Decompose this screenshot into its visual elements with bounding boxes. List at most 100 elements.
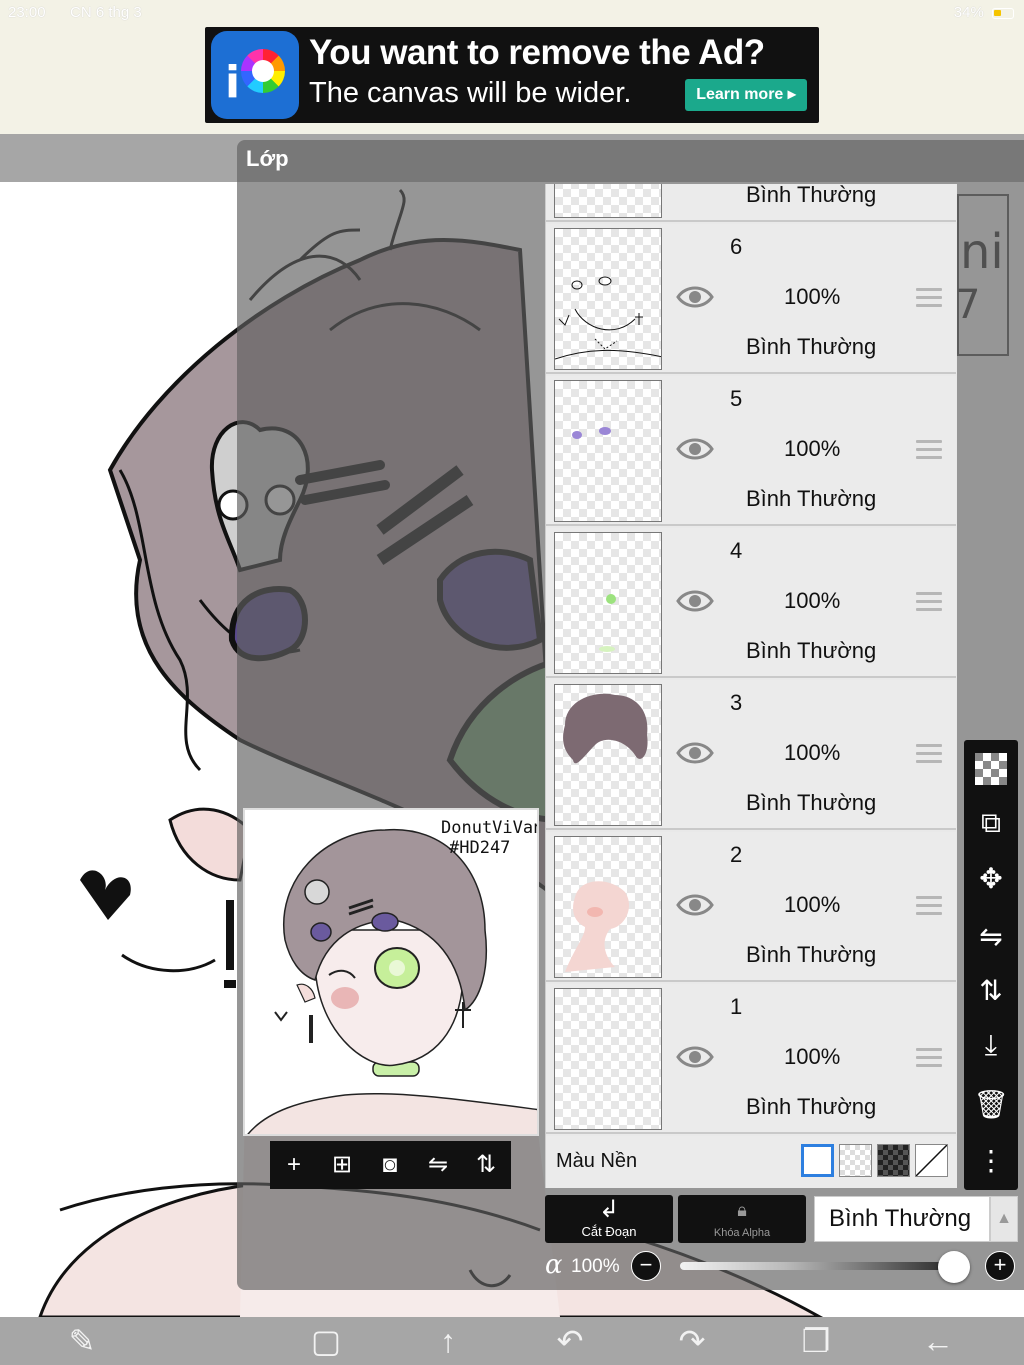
layer-opacity: 100% xyxy=(784,740,841,765)
opacity-minus-button[interactable]: − xyxy=(631,1251,661,1281)
undo-icon[interactable]: ↶ xyxy=(550,1323,590,1359)
layer-row[interactable]: 4 100% Bình Thường xyxy=(546,528,956,678)
more-icon[interactable]: ⋮ xyxy=(970,1140,1012,1182)
layer-row[interactable]: 2 100% Bình Thường xyxy=(546,832,956,982)
bg-dark-checker-swatch[interactable] xyxy=(877,1144,910,1177)
camera-icon[interactable]: ◙ xyxy=(374,1149,406,1181)
status-date: CN 6 thg 3 xyxy=(70,4,142,21)
move-icon[interactable]: ✥ xyxy=(970,858,1012,900)
drag-handle-icon[interactable] xyxy=(916,288,942,308)
flip-vertical-icon[interactable]: ⇅ xyxy=(970,970,1012,1012)
select-icon[interactable]: ▢ xyxy=(306,1323,346,1359)
layer-blend-mode: Bình Thường xyxy=(746,1094,877,1119)
arrow-up-icon[interactable]: ↑ xyxy=(428,1323,468,1359)
back-icon[interactable]: ← xyxy=(918,1323,958,1359)
redo-icon[interactable]: ↷ xyxy=(672,1323,712,1359)
layer-row[interactable]: Bình Thường xyxy=(546,184,956,222)
flip-vertical-icon[interactable]: ⇅ xyxy=(470,1149,502,1181)
ad-headline: You want to remove the Ad? xyxy=(309,33,765,72)
layer-number: 1 xyxy=(730,994,743,1019)
ibispaint-logo-icon: i xyxy=(211,31,299,119)
layer-row[interactable]: 3 100% Bình Thường xyxy=(546,680,956,830)
ad-subline: The canvas will be wider. xyxy=(309,77,632,109)
layer-opacity: 100% xyxy=(784,284,841,309)
layer-opacity: 100% xyxy=(784,1044,841,1069)
preview-toolbar: + ⊞ ◙ ⇋ ⇅ xyxy=(270,1141,511,1189)
layer-tools-toolbar: ⧉ ✥ ⇋ ⇅ ⤓ 🗑︎ ⋮ xyxy=(964,740,1018,1190)
layer-list[interactable]: Bình Thường 6 100% Bình Thường 5 100% Bì… xyxy=(545,184,957,1136)
clipping-arrow-icon: ↲ xyxy=(598,1196,620,1223)
background-label: Màu Nền xyxy=(556,1150,638,1172)
alpha-lock-label: Khóa Alpha xyxy=(713,1227,771,1239)
visibility-eye-icon[interactable] xyxy=(676,1042,714,1072)
clipping-button[interactable]: ↲ Cắt Đoạn xyxy=(545,1195,673,1243)
bottom-navigation: ✎ ▢ ↑ ↶ ↷ ❐ ← xyxy=(0,1317,1024,1365)
layer-opacity: 100% xyxy=(784,892,841,917)
bg-white-swatch[interactable] xyxy=(801,1144,834,1177)
watermark-line1: DonutViVani xyxy=(441,818,537,838)
blend-mode-dropdown-icon[interactable]: ▲ xyxy=(990,1196,1018,1242)
merge-down-icon[interactable]: ⤓ xyxy=(970,1024,1012,1066)
opacity-plus-button[interactable]: + xyxy=(985,1251,1015,1281)
bg-light-checker-swatch[interactable] xyxy=(839,1144,872,1177)
drag-handle-icon[interactable] xyxy=(916,896,942,916)
canvas-preview[interactable]: DonutViVani #HD247 xyxy=(243,808,539,1136)
opacity-value: 100% xyxy=(571,1256,620,1277)
battery-indicator: 34% xyxy=(954,4,1014,21)
battery-icon xyxy=(992,7,1014,19)
layer-blend-mode: Bình Thường xyxy=(746,942,877,967)
drag-handle-icon[interactable] xyxy=(916,744,942,764)
visibility-eye-icon[interactable] xyxy=(676,586,714,616)
trash-icon[interactable]: 🗑︎ xyxy=(970,1084,1012,1126)
layer-blend-mode: Bình Thường xyxy=(746,184,877,207)
blend-mode-select[interactable]: Bình Thường xyxy=(814,1196,990,1242)
status-bar: 23:00 CN 6 thg 3 34% xyxy=(0,0,1024,26)
clipping-label: Cắt Đoạn xyxy=(581,1224,637,1239)
drag-handle-icon[interactable] xyxy=(916,592,942,612)
add-layer-icon[interactable]: ⊞ xyxy=(326,1149,358,1181)
drag-handle-icon[interactable] xyxy=(916,440,942,460)
status-time: 23:00 xyxy=(8,4,46,21)
layer-row[interactable]: 1 100% Bình Thường xyxy=(546,984,956,1134)
opacity-slider-knob[interactable] xyxy=(938,1251,970,1283)
layer-opacity: 100% xyxy=(784,436,841,461)
learn-more-button[interactable]: Learn more ▸ xyxy=(685,79,807,111)
background-color-row: Màu Nền xyxy=(545,1136,957,1188)
transform-icon[interactable]: ⧉ xyxy=(970,802,1012,844)
layer-thumbnail xyxy=(554,988,662,1130)
watermark-line2: #HD247 xyxy=(449,838,511,858)
flip-horizontal-icon[interactable]: ⇋ xyxy=(970,916,1012,958)
panel-title: Lớp xyxy=(246,146,289,171)
layer-thumbnail xyxy=(554,836,662,978)
visibility-eye-icon[interactable] xyxy=(676,738,714,768)
alpha-symbol: α xyxy=(545,1250,563,1280)
plus-icon[interactable]: + xyxy=(278,1149,310,1181)
opacity-slider[interactable] xyxy=(680,1262,942,1270)
layer-thumbnail xyxy=(554,532,662,674)
alpha-lock-button[interactable]: 🔒︎ Khóa Alpha xyxy=(678,1195,806,1243)
visibility-eye-icon[interactable] xyxy=(676,434,714,464)
visibility-eye-icon[interactable] xyxy=(676,282,714,312)
layer-blend-mode: Bình Thường xyxy=(746,486,877,511)
layer-number: 6 xyxy=(730,234,743,259)
layer-thumbnail xyxy=(554,184,662,218)
layer-number: 5 xyxy=(730,386,743,411)
edit-tools-icon[interactable]: ✎ xyxy=(62,1323,102,1359)
flip-horizontal-icon[interactable]: ⇋ xyxy=(422,1149,454,1181)
drag-handle-icon[interactable] xyxy=(916,1048,942,1068)
layer-number: 2 xyxy=(730,842,743,867)
layer-blend-mode: Bình Thường xyxy=(746,334,877,359)
ad-banner[interactable]: i You want to remove the Ad? The canvas … xyxy=(205,27,819,123)
layer-blend-mode: Bình Thường xyxy=(746,638,877,663)
layer-number: 4 xyxy=(730,538,743,563)
lock-icon: 🔒︎ xyxy=(737,1200,747,1220)
transparency-icon[interactable] xyxy=(970,748,1012,790)
layer-thumbnail xyxy=(554,228,662,370)
layer-row[interactable]: 6 100% Bình Thường xyxy=(546,224,956,374)
visibility-eye-icon[interactable] xyxy=(676,890,714,920)
layers-icon[interactable]: ❐ xyxy=(796,1323,836,1359)
bg-none-swatch[interactable] xyxy=(915,1144,948,1177)
battery-percent: 34% xyxy=(953,4,984,21)
layer-row[interactable]: 5 100% Bình Thường xyxy=(546,376,956,526)
layer-thumbnail xyxy=(554,380,662,522)
